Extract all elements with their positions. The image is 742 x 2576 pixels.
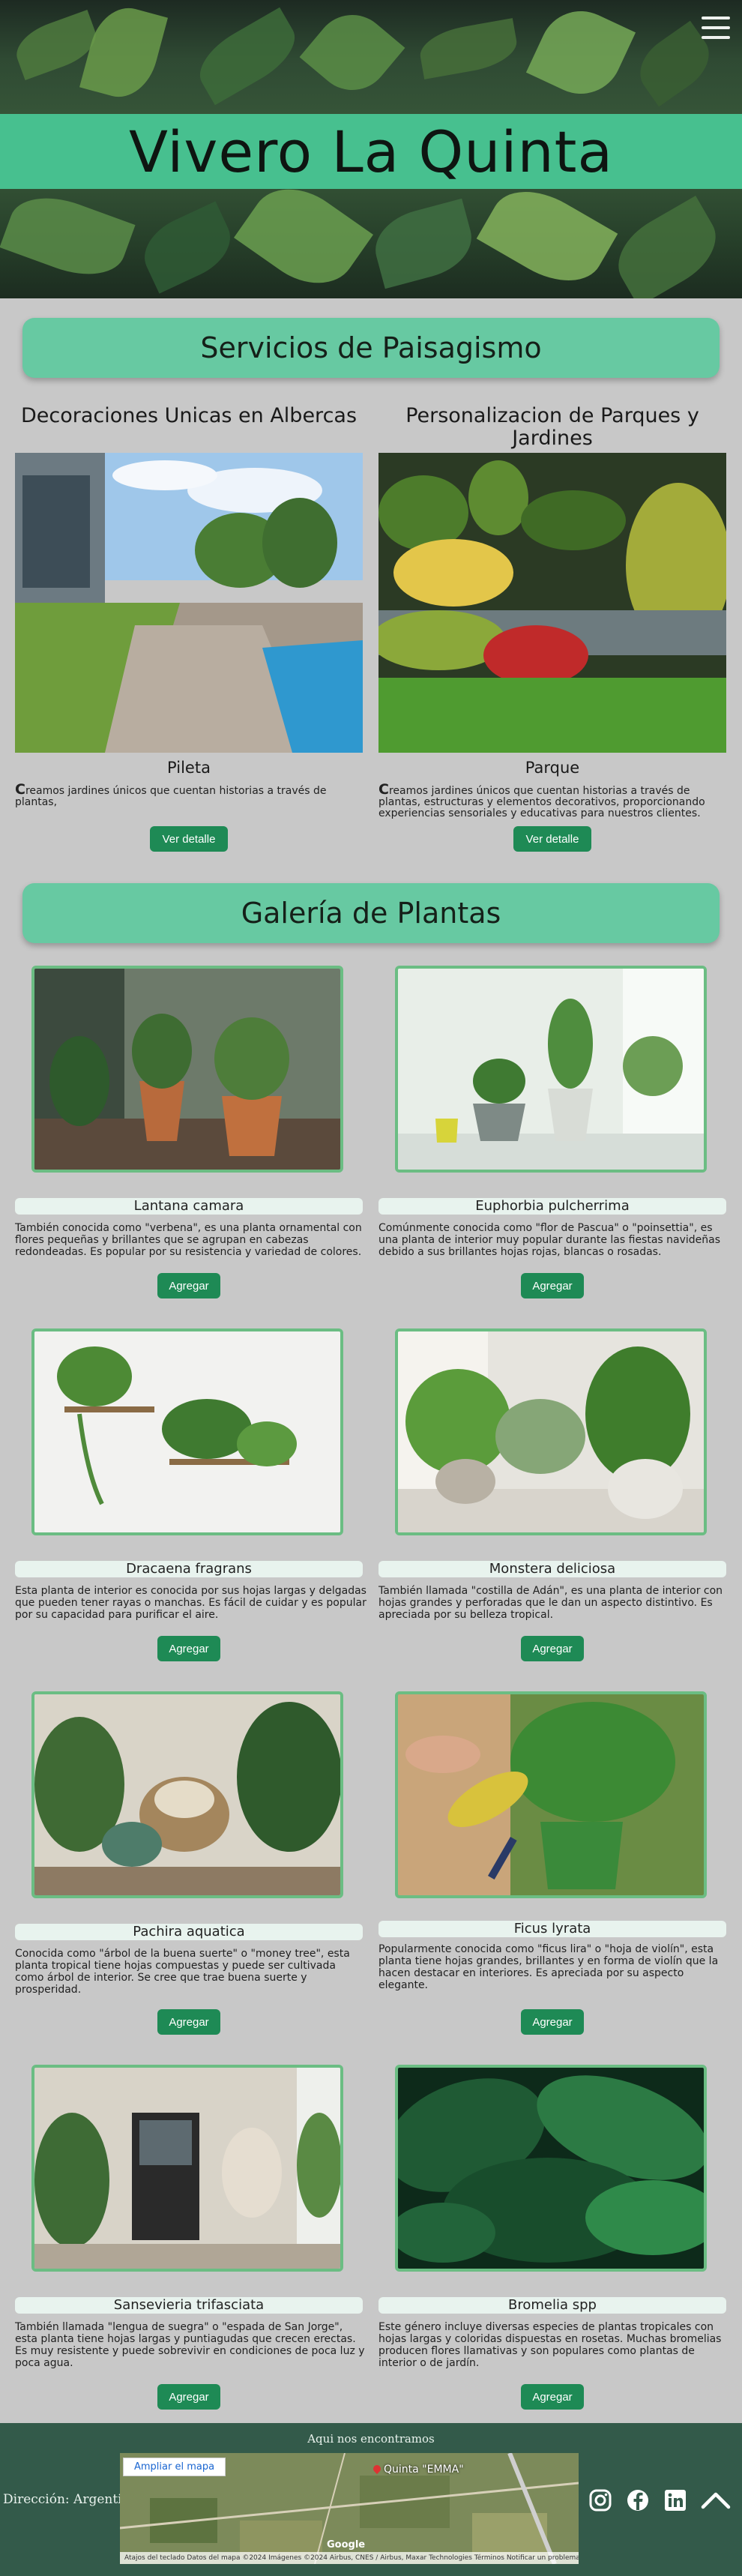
map-place-label: Quinta "EMMA"	[384, 2464, 464, 2476]
add-plant-button[interactable]: Agregar	[521, 2009, 584, 2035]
service-title: Decoraciones Unicas en Albercas	[20, 404, 358, 427]
instagram-icon[interactable]	[588, 2488, 613, 2513]
site-title: Vivero La Quinta	[128, 118, 614, 185]
plant-name: Euphorbia pulcherrima	[378, 1198, 726, 1215]
hero-title-band: Vivero La Quinta	[0, 114, 742, 189]
services-heading: Servicios de Paisagismo	[200, 331, 542, 364]
plant-image-monstera	[395, 1328, 707, 1535]
service-card-pool: Decoraciones Unicas en Albercas	[15, 405, 363, 427]
add-plant-button[interactable]: Agregar	[157, 2009, 220, 2035]
park-photo	[378, 453, 726, 753]
add-plant-button[interactable]: Agregar	[521, 1636, 584, 1661]
footer: Aqui nos encontramos Dirección: Argentin…	[0, 2423, 742, 2576]
plant-description: Conocida como "árbol de la buena suerte"…	[15, 1948, 350, 1996]
service-label-pool: Pileta	[167, 759, 211, 777]
add-plant-button[interactable]: Agregar	[521, 2384, 584, 2410]
gallery-banner: Galería de Plantas	[22, 883, 720, 943]
service-desc-park: Creamos jardines únicos que cuentan hist…	[378, 781, 705, 819]
map-expand-link[interactable]: Ampliar el mapa	[123, 2458, 226, 2476]
linkedin-icon[interactable]	[663, 2488, 688, 2513]
gallery-heading: Galería de Plantas	[241, 897, 501, 930]
service-label-park: Parque	[525, 759, 580, 777]
plant-image-sansevieria	[31, 2065, 343, 2272]
footer-title: Aqui nos encontramos	[307, 2432, 435, 2446]
plant-image-euphorbia	[395, 966, 707, 1173]
plant-name: Pachira aquatica	[15, 1924, 363, 1940]
add-plant-button[interactable]: Agregar	[157, 1636, 220, 1661]
service-desc-pool: Creamos jardines únicos que cuentan hist…	[15, 781, 327, 808]
pool-photo	[15, 453, 363, 753]
plant-image-pachira	[31, 1691, 343, 1898]
plant-description: También conocida como "verbena", es una …	[15, 1222, 362, 1258]
park-detail-button[interactable]: Ver detalle	[513, 826, 591, 852]
footer-address: Dirección: Argentina	[3, 2492, 138, 2507]
plant-name: Monstera deliciosa	[378, 1561, 726, 1577]
map-attribution: Atajos del teclado Datos del mapa ©2024 …	[120, 2552, 579, 2564]
plant-description: Este género incluye diversas especies de…	[378, 2321, 722, 2369]
pool-detail-button[interactable]: Ver detalle	[150, 826, 228, 852]
services-banner: Servicios de Paisagismo	[22, 318, 720, 378]
plant-description: Popularmente conocida como "ficus lira" …	[378, 1943, 719, 1991]
embedded-map[interactable]: Ampliar el mapa Quinta "EMMA" Google Ata…	[120, 2453, 579, 2564]
plant-image-lantana	[31, 966, 343, 1173]
plant-description: También llamada "lengua de suegra" o "es…	[15, 2321, 365, 2369]
chevron-up-icon[interactable]	[700, 2488, 732, 2513]
add-plant-button[interactable]: Agregar	[521, 1273, 584, 1298]
facebook-icon[interactable]	[625, 2488, 651, 2513]
google-logo: Google	[327, 2539, 366, 2551]
plant-description: Comúnmente conocida como "flor de Pascua…	[378, 1222, 721, 1258]
plant-name: Ficus lyrata	[378, 1921, 726, 1937]
plant-description: También llamada "costilla de Adán", es u…	[378, 1585, 723, 1621]
plant-image-dracaena	[31, 1328, 343, 1535]
service-title: Personalizacion de Parques y Jardines	[405, 404, 699, 450]
plant-image-bromelia	[395, 2065, 707, 2272]
service-card-park: Personalizacion de Parques y Jardines	[378, 405, 726, 450]
plant-description: Esta planta de interior es conocida por …	[15, 1585, 367, 1621]
plant-name: Sansevieria trifasciata	[15, 2297, 363, 2314]
plant-name: Dracaena fragrans	[15, 1561, 363, 1577]
plant-name: Lantana camara	[15, 1198, 363, 1215]
add-plant-button[interactable]: Agregar	[157, 1273, 220, 1298]
hero-banner: Vivero La Quinta	[0, 0, 742, 298]
hamburger-menu-icon[interactable]	[702, 16, 730, 42]
add-plant-button[interactable]: Agregar	[157, 2384, 220, 2410]
plant-name: Bromelia spp	[378, 2297, 726, 2314]
plant-image-ficus	[395, 1691, 707, 1898]
